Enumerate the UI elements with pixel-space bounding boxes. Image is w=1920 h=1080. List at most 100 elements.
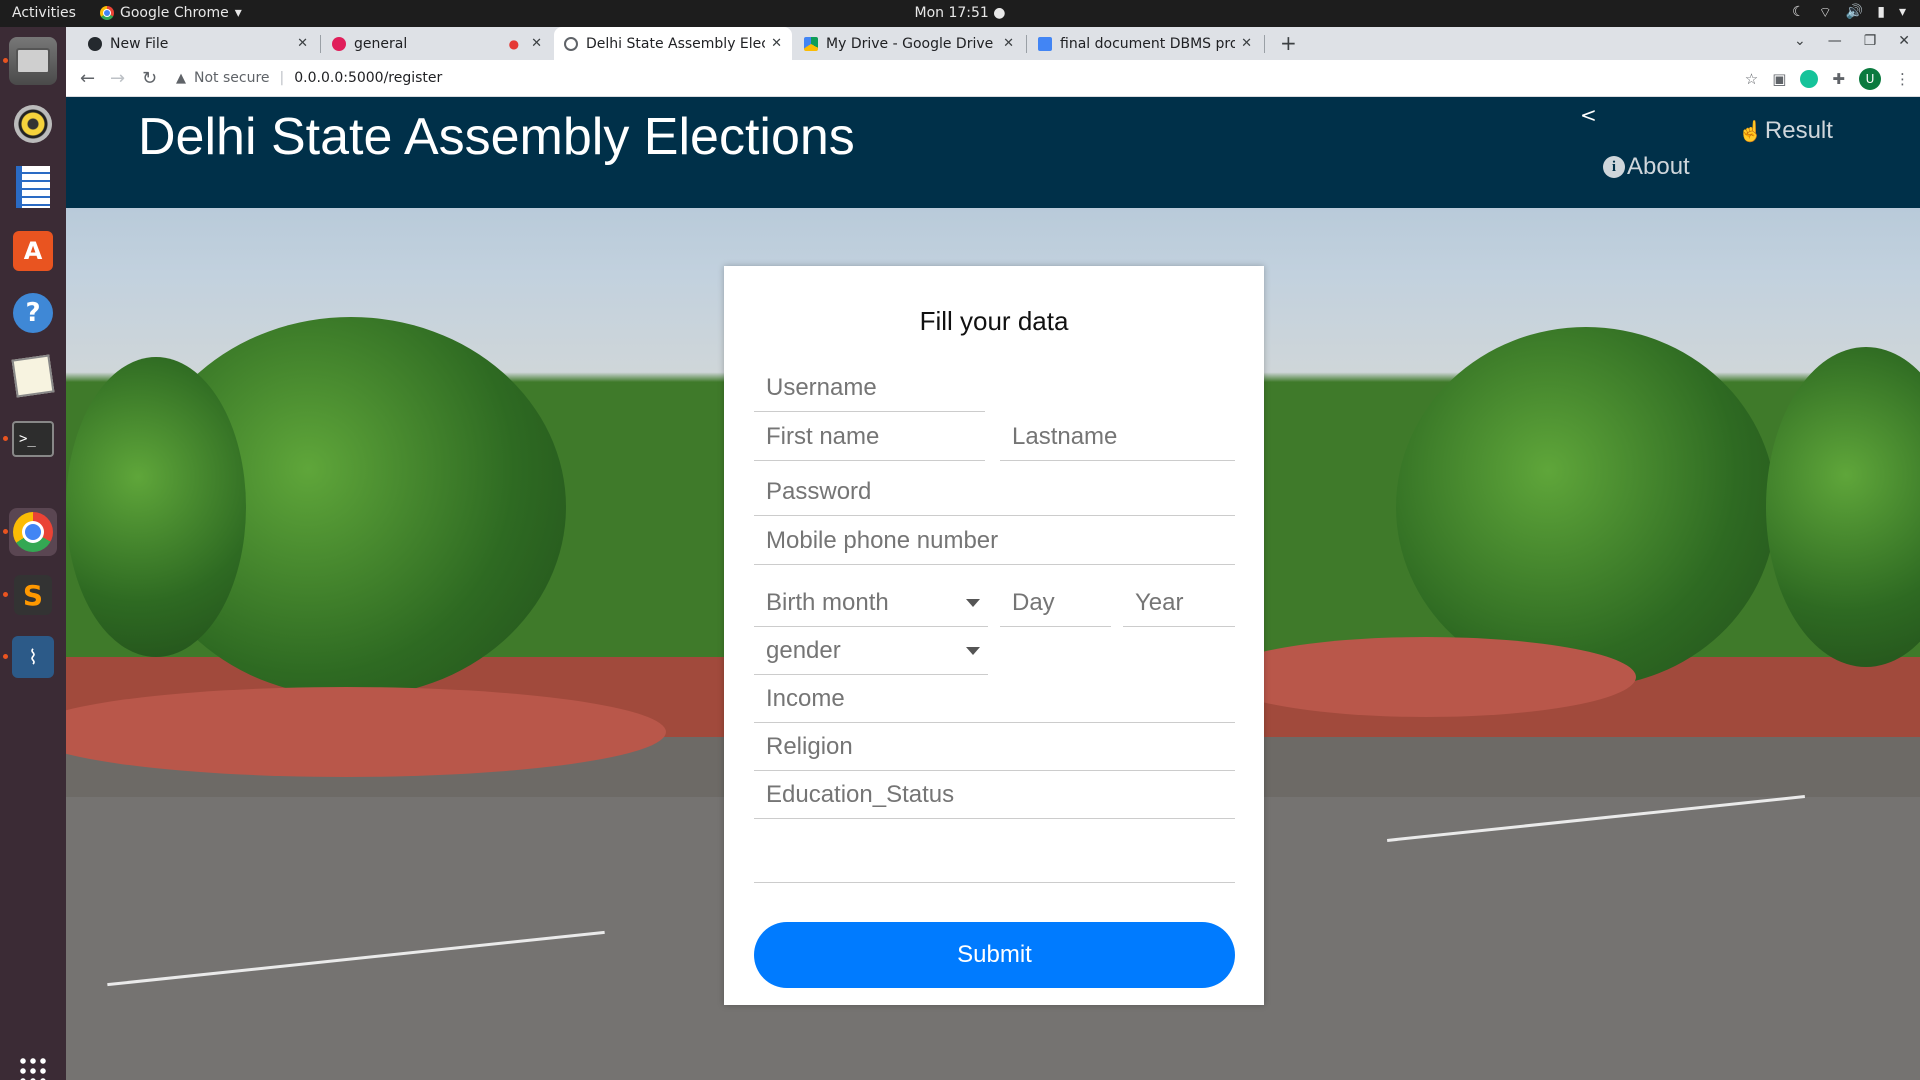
tab-separator <box>320 35 321 53</box>
dock-chrome[interactable] <box>3 508 57 556</box>
dropdown-arrow-icon <box>966 598 980 607</box>
dock-writer[interactable] <box>9 163 57 211</box>
tab-delhi-elections[interactable]: Delhi State Assembly Elec ✕ <box>554 27 792 60</box>
tab-title: My Drive - Google Drive <box>826 35 994 52</box>
birth-month-value: Birth month <box>766 588 889 616</box>
volume-icon: 🔊 <box>1845 4 1864 20</box>
background-tree <box>66 357 246 657</box>
dock-text-editor[interactable] <box>9 352 57 400</box>
nav-about-link[interactable]: i About <box>1603 153 1690 181</box>
mobile-input[interactable] <box>754 517 1235 565</box>
site-header: Delhi State Assembly Elections < ☝ Resul… <box>66 97 1920 208</box>
background-fountain <box>66 687 666 777</box>
help-icon: ? <box>13 293 53 333</box>
dock-terminal[interactable]: >_ <box>3 415 57 463</box>
dock-help[interactable]: ? <box>9 289 57 337</box>
education-input[interactable] <box>754 771 1235 819</box>
background-tree <box>1766 347 1920 667</box>
running-indicator <box>3 436 8 441</box>
running-indicator <box>3 529 8 534</box>
running-indicator <box>3 654 8 659</box>
omnibox[interactable]: ▲ Not secure | 0.0.0.0:5000/register <box>176 64 1750 92</box>
hand-pointer-icon: ☝ <box>1738 120 1763 143</box>
road-marking <box>1386 795 1806 842</box>
reload-icon[interactable]: ↻ <box>142 68 157 89</box>
divider: | <box>279 70 285 86</box>
bookmark-star-icon[interactable]: ☆ <box>1745 70 1758 88</box>
profile-avatar[interactable]: U <box>1859 68 1881 90</box>
system-tray[interactable]: ☾ ⌔ 🔊 ▮ ▾ <box>1792 4 1906 22</box>
github-icon <box>88 36 102 51</box>
first-name-input[interactable] <box>754 413 985 461</box>
running-indicator <box>3 58 8 63</box>
globe-icon <box>564 36 578 51</box>
new-tab-button[interactable]: + <box>1280 31 1297 55</box>
nav-result-link[interactable]: ☝ Result <box>1738 117 1833 145</box>
tab-separator <box>1264 35 1265 53</box>
last-name-input[interactable] <box>1000 413 1235 461</box>
tab-new-file[interactable]: New File ✕ <box>78 27 318 60</box>
clock-label: Mon 17:51 <box>914 5 989 21</box>
show-applications[interactable] <box>9 1047 57 1080</box>
terminal-icon: >_ <box>12 421 54 457</box>
birth-month-select[interactable]: Birth month <box>754 579 988 627</box>
restore-icon[interactable]: ❐ <box>1864 33 1877 49</box>
tab-title: Delhi State Assembly Elec <box>586 35 766 52</box>
battery-icon: ▮ <box>1877 4 1885 20</box>
close-icon[interactable]: ✕ <box>1241 36 1252 51</box>
docs-icon <box>1038 36 1052 51</box>
night-light-icon: ☾ <box>1792 4 1805 20</box>
tab-search-icon[interactable]: ⌄ <box>1794 33 1806 49</box>
dock-files[interactable] <box>3 37 57 85</box>
site-title: Delhi State Assembly Elections <box>138 108 855 166</box>
close-icon[interactable]: ✕ <box>531 36 542 51</box>
writer-icon <box>16 166 50 208</box>
security-label: Not secure <box>194 70 270 86</box>
close-icon[interactable]: ✕ <box>1003 36 1014 51</box>
tab-google-drive[interactable]: My Drive - Google Drive ✕ <box>794 27 1024 60</box>
close-window-icon[interactable]: ✕ <box>1898 33 1910 49</box>
dock-sublime[interactable]: S <box>3 571 57 619</box>
puzzle-icon[interactable]: ✚ <box>1832 70 1845 88</box>
nav-toggle[interactable]: < <box>1580 103 1597 127</box>
dock-software[interactable]: A <box>9 227 57 275</box>
sublime-icon: S <box>14 575 52 615</box>
tab-general[interactable]: general ● ✕ <box>322 27 552 60</box>
extension-area: ☆ ▣ ✚ U ⋮ <box>1745 68 1910 90</box>
gender-select[interactable]: gender <box>754 627 988 675</box>
income-input[interactable] <box>754 675 1235 723</box>
dock-mysql-workbench[interactable]: ⌇ <box>3 633 57 681</box>
chrome-icon <box>13 512 53 552</box>
extension-icon[interactable]: ▣ <box>1772 70 1786 88</box>
minimize-icon[interactable]: — <box>1828 33 1842 49</box>
gender-value: gender <box>766 636 841 664</box>
text-editor-icon <box>11 354 55 398</box>
background-fountain <box>1216 637 1636 717</box>
dock-rhythmbox[interactable] <box>9 100 57 148</box>
tab-dbms-document[interactable]: final document DBMS pro ✕ <box>1028 27 1262 60</box>
menu-kebab-icon[interactable]: ⋮ <box>1895 70 1910 88</box>
close-icon[interactable]: ✕ <box>771 36 782 51</box>
tab-title: general <box>354 35 408 52</box>
app-grid-icon <box>18 1056 48 1080</box>
rhythmbox-icon <box>14 105 52 143</box>
nav-about-label: About <box>1627 153 1690 180</box>
submit-button[interactable]: Submit <box>754 922 1235 988</box>
toolbar: ← → ↻ ▲ Not secure | 0.0.0.0:5000/regist… <box>66 60 1920 97</box>
back-icon[interactable]: ← <box>80 68 95 89</box>
empty-input[interactable] <box>754 835 1235 883</box>
close-icon[interactable]: ✕ <box>297 36 308 51</box>
info-icon: i <box>1603 156 1625 178</box>
tab-separator <box>1026 35 1027 53</box>
clock[interactable]: Mon 17:51 ● <box>0 5 1920 21</box>
running-indicator <box>3 592 8 597</box>
password-input[interactable] <box>754 468 1235 516</box>
grammarly-icon[interactable] <box>1800 70 1819 88</box>
day-input[interactable] <box>1000 579 1111 627</box>
background-tree <box>1396 327 1776 687</box>
form-heading: Fill your data <box>919 306 1069 336</box>
forward-icon[interactable]: → <box>110 68 125 89</box>
religion-input[interactable] <box>754 723 1235 771</box>
year-input[interactable] <box>1123 579 1235 627</box>
username-input[interactable] <box>754 364 985 412</box>
